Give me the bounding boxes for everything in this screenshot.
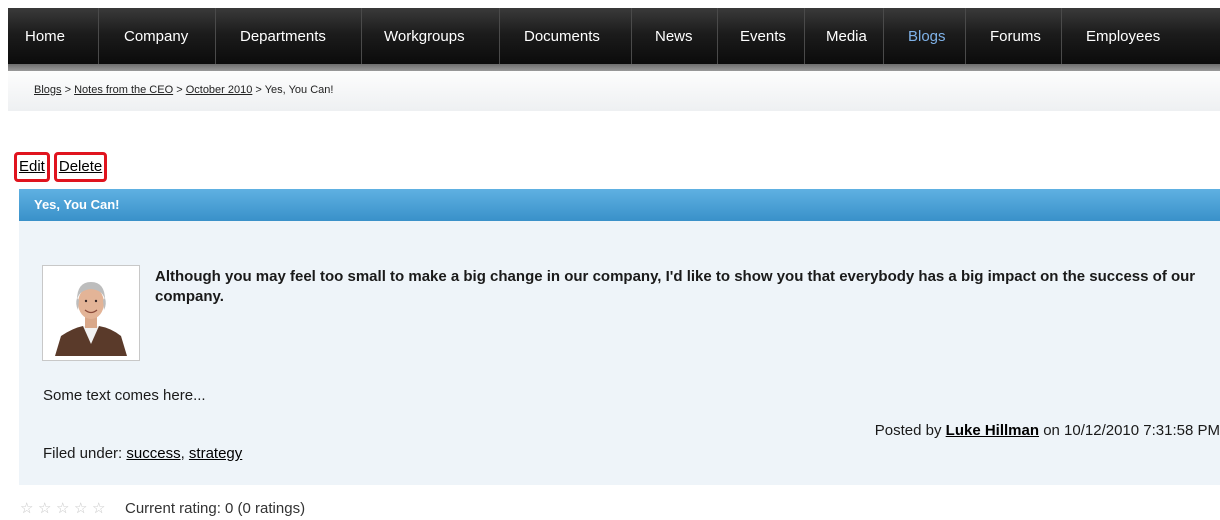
post-lead: Although you may feel too small to make … <box>155 268 1196 305</box>
nav-item-media[interactable]: Media <box>805 8 884 64</box>
rating-stars: ☆ ☆ ☆ ☆ ☆ <box>20 501 110 516</box>
post-body: Some text comes here... <box>43 387 206 404</box>
author-link[interactable]: Luke Hillman <box>946 422 1039 439</box>
edit-link[interactable]: Edit <box>14 152 50 182</box>
nav-item-employees[interactable]: Employees <box>1062 8 1220 64</box>
star-icon[interactable]: ☆ <box>38 501 56 516</box>
breadcrumb-separator: > <box>64 84 72 96</box>
nav-item-blogs[interactable]: Blogs <box>884 8 966 64</box>
filed-under-label: Filed under: <box>43 445 123 462</box>
delete-link[interactable]: Delete <box>53 152 108 182</box>
author-photo <box>42 265 140 361</box>
nav-bottom-bar <box>8 64 1220 71</box>
tag-link-success[interactable]: success <box>126 445 180 462</box>
nav-item-departments[interactable]: Departments <box>216 8 362 64</box>
post-actions: Edit Delete <box>14 152 108 182</box>
tag-separator: , <box>180 445 185 462</box>
star-icon[interactable]: ☆ <box>74 501 92 516</box>
rating-text: Current rating: 0 (0 ratings) <box>125 500 306 517</box>
breadcrumb-current: Yes, You Can! <box>264 84 334 96</box>
breadcrumb-separator: > <box>176 84 183 96</box>
star-icon[interactable]: ☆ <box>92 501 110 516</box>
breadcrumb-link-blogs[interactable]: Blogs <box>34 84 62 96</box>
nav-item-workgroups[interactable]: Workgroups <box>362 8 500 64</box>
posted-by-label: Posted by <box>874 422 942 439</box>
nav-item-forums[interactable]: Forums <box>966 8 1062 64</box>
posted-date: on 10/12/2010 7:31:58 PM <box>1043 422 1220 439</box>
rating: ☆ ☆ ☆ ☆ ☆ Current rating: 0 (0 ratings) <box>20 500 305 517</box>
breadcrumb-separator: > <box>255 84 262 96</box>
post-byline: Posted by Luke Hillman on 10/12/2010 7:3… <box>875 422 1220 439</box>
filed-under: Filed under: success, strategy <box>43 445 242 462</box>
post-title: Yes, You Can! <box>19 189 1220 221</box>
breadcrumb-link-month[interactable]: October 2010 <box>186 84 253 96</box>
top-navigation: Home Company Departments Workgroups Docu… <box>8 8 1220 64</box>
nav-item-news[interactable]: News <box>632 8 718 64</box>
breadcrumb-link-notes-from-ceo[interactable]: Notes from the CEO <box>74 84 173 96</box>
star-icon[interactable]: ☆ <box>56 501 74 516</box>
nav-item-home[interactable]: Home <box>8 8 99 64</box>
tag-link-strategy[interactable]: strategy <box>189 445 242 462</box>
blog-post: Yes, You Can! Although you may feel too … <box>19 189 1220 485</box>
nav-item-documents[interactable]: Documents <box>500 8 632 64</box>
nav-item-events[interactable]: Events <box>718 8 805 64</box>
star-icon[interactable]: ☆ <box>20 501 38 516</box>
author-photo-image <box>47 270 135 356</box>
nav-item-company[interactable]: Company <box>99 8 216 64</box>
breadcrumb: Blogs > Notes from the CEO > October 201… <box>8 71 1220 111</box>
